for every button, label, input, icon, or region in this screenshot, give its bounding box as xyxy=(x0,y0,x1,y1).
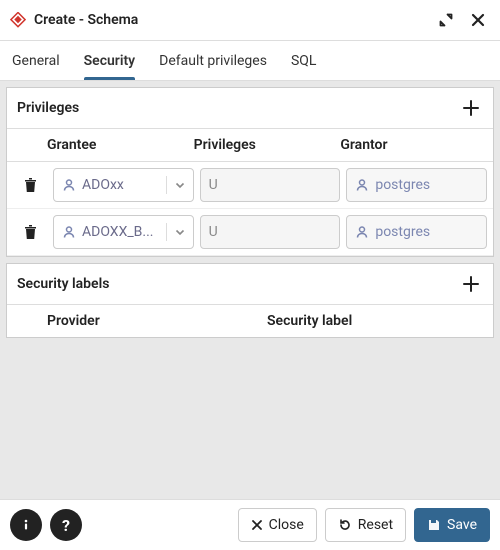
grantor-value: postgres xyxy=(375,177,430,193)
tab-default-privileges[interactable]: Default privileges xyxy=(159,43,267,79)
save-icon xyxy=(427,518,441,532)
col-grantee: Grantee xyxy=(47,137,194,153)
tab-bar: General Security Default privileges SQL xyxy=(0,41,500,81)
expand-icon[interactable] xyxy=(434,8,458,32)
window-title: Create - Schema xyxy=(34,12,426,28)
user-icon xyxy=(62,225,76,239)
reset-button[interactable]: Reset xyxy=(325,508,406,542)
titlebar: Create - Schema xyxy=(0,0,500,41)
grantee-value: ADOxx xyxy=(82,177,160,193)
privilege-row: ADOxx U postgres xyxy=(7,162,493,209)
reset-label: Reset xyxy=(358,517,393,533)
info-icon xyxy=(19,518,33,532)
privileges-columns: Grantee Privileges Grantor xyxy=(7,129,493,162)
help-button[interactable]: ? xyxy=(50,509,82,541)
save-label: Save xyxy=(447,517,477,533)
privileges-header: Privileges xyxy=(7,88,493,129)
tab-sql[interactable]: SQL xyxy=(291,43,316,79)
content-area: Privileges Grantee Privileges Grantor AD… xyxy=(0,81,500,499)
close-icon xyxy=(251,519,263,531)
help-icon: ? xyxy=(62,516,70,535)
chevron-down-icon xyxy=(173,178,187,192)
privileges-input[interactable]: U xyxy=(200,215,341,249)
col-provider: Provider xyxy=(47,313,267,329)
grantee-select[interactable]: ADOXX_B... xyxy=(53,215,194,249)
privileges-value: U xyxy=(209,177,218,193)
save-button[interactable]: Save xyxy=(414,508,490,542)
security-labels-panel: Security labels Provider Security label xyxy=(6,263,494,338)
chevron-down-icon xyxy=(173,225,187,239)
col-security-label: Security label xyxy=(267,313,487,329)
grantee-value: ADOXX_B... xyxy=(82,224,160,240)
user-icon xyxy=(355,225,369,239)
info-button[interactable] xyxy=(10,509,42,541)
tab-security[interactable]: Security xyxy=(84,43,136,79)
privileges-title: Privileges xyxy=(17,100,79,116)
app-logo-icon xyxy=(10,12,26,28)
tab-general[interactable]: General xyxy=(12,43,60,79)
security-labels-columns: Provider Security label xyxy=(7,305,493,337)
add-privilege-button[interactable] xyxy=(459,96,483,120)
grantor-value: postgres xyxy=(375,224,430,240)
col-privileges: Privileges xyxy=(194,137,341,153)
grantee-select[interactable]: ADOxx xyxy=(53,168,194,202)
security-labels-header: Security labels xyxy=(7,264,493,305)
user-icon xyxy=(62,178,76,192)
privileges-input[interactable]: U xyxy=(200,168,341,202)
grantor-field: postgres xyxy=(346,215,487,249)
delete-row-button[interactable] xyxy=(13,177,47,193)
delete-row-button[interactable] xyxy=(13,224,47,240)
close-label: Close xyxy=(269,517,304,533)
security-labels-title: Security labels xyxy=(17,276,109,292)
privilege-row: ADOXX_B... U postgres xyxy=(7,209,493,256)
close-button[interactable]: Close xyxy=(238,508,317,542)
close-icon[interactable] xyxy=(466,8,490,32)
grantor-field: postgres xyxy=(346,168,487,202)
add-security-label-button[interactable] xyxy=(459,272,483,296)
col-grantor: Grantor xyxy=(340,137,487,153)
privileges-panel: Privileges Grantee Privileges Grantor AD… xyxy=(6,87,494,257)
reset-icon xyxy=(338,518,352,532)
user-icon xyxy=(355,178,369,192)
footer: ? Close Reset Save xyxy=(0,499,500,550)
privileges-value: U xyxy=(209,224,218,240)
